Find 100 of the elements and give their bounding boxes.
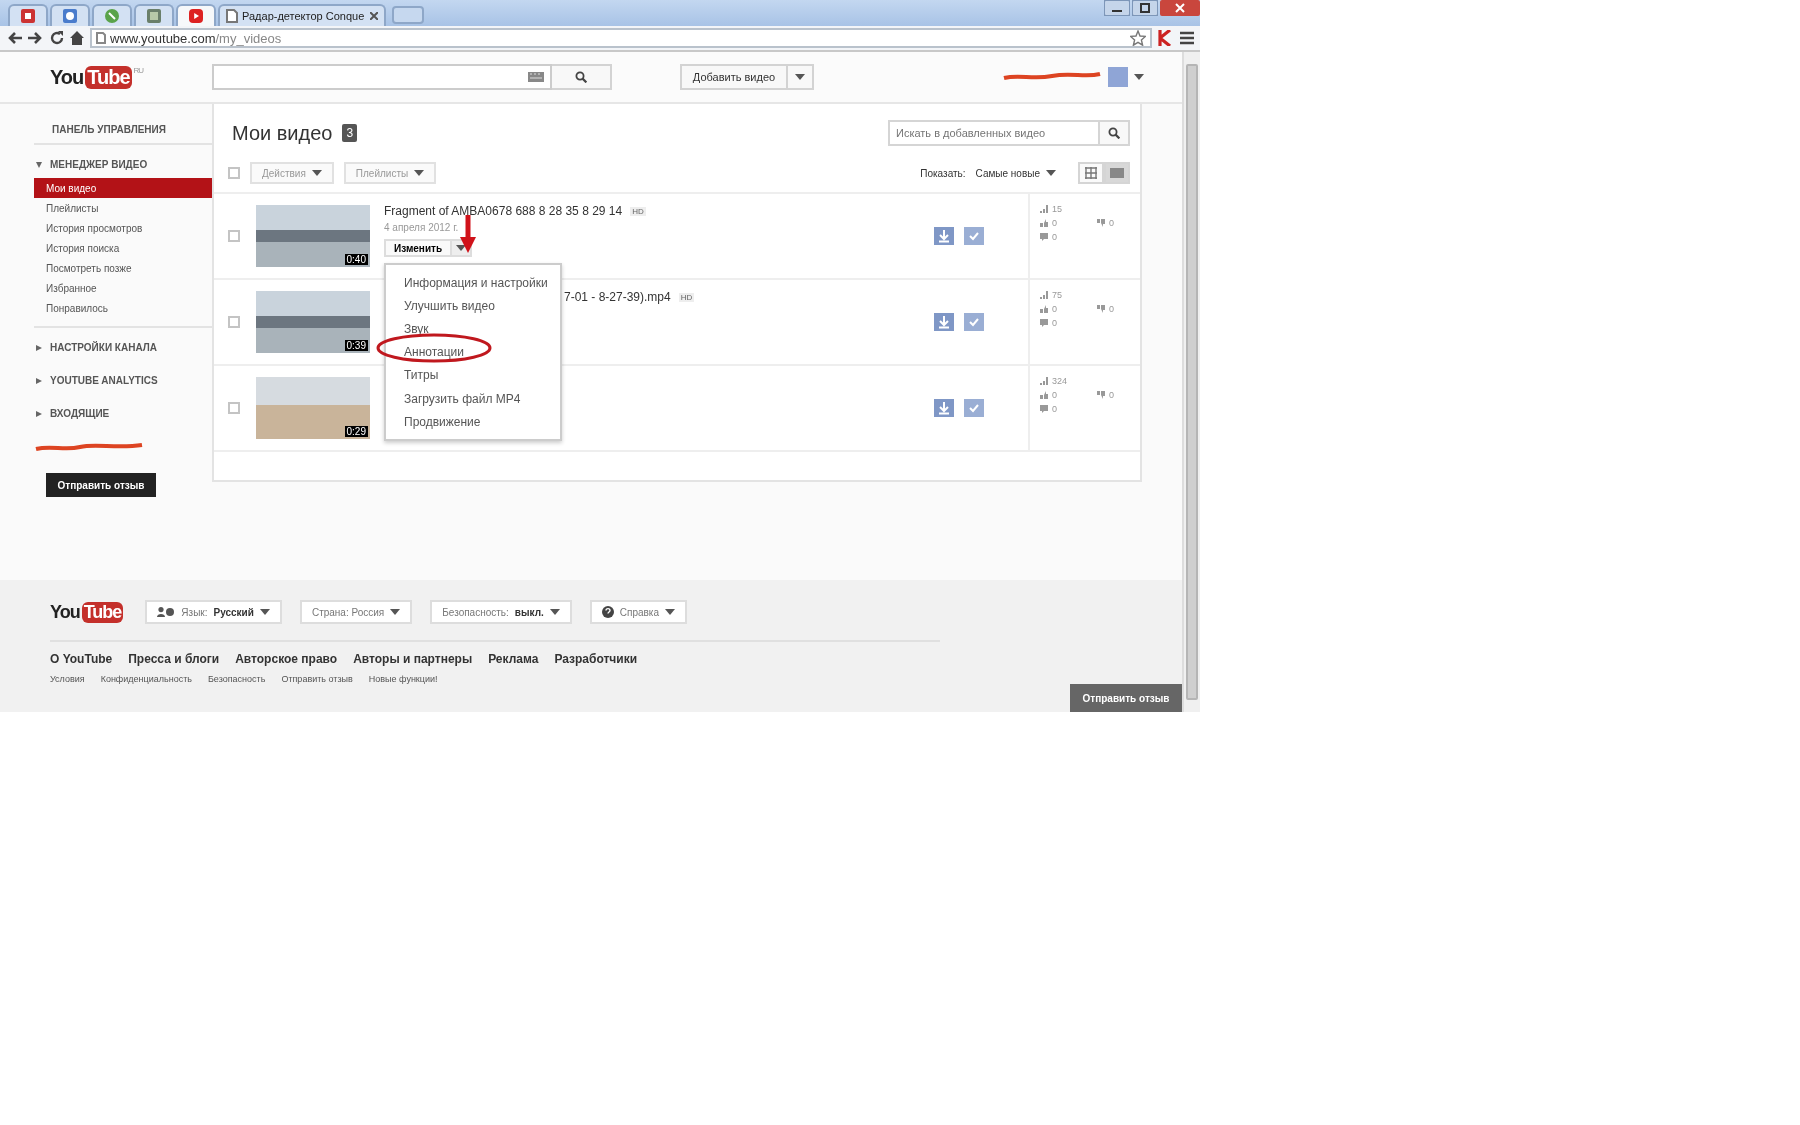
upload-menu-button[interactable] [788,64,814,90]
download-icon[interactable] [934,399,954,417]
sidebar-section[interactable]: МЕНЕДЖЕР ВИДЕО [34,145,212,178]
check-icon[interactable] [964,313,984,331]
expanded-triangle-icon [36,161,42,168]
sidebar-item[interactable]: История поиска [34,238,212,258]
footer-link[interactable]: Конфиденциальность [100,674,192,684]
footer-link[interactable]: Безопасность [207,674,266,684]
comment-count: 0 [1052,232,1057,242]
browser-tab[interactable] [92,4,132,26]
close-icon[interactable] [370,12,378,20]
scrollbar[interactable] [1182,52,1200,712]
video-thumbnail[interactable]: 0:40 [256,205,370,267]
footer-dropdown[interactable]: Справка [589,600,688,624]
feedback-button[interactable]: Отправить отзыв [46,473,156,497]
sort-dropdown[interactable]: Самые новые [975,167,1056,179]
list-icon [1110,168,1124,178]
menu-item[interactable]: Аннотации [386,340,560,364]
square-favicon-icon [147,9,161,23]
footer-link[interactable]: Пресса и блоги [128,652,220,666]
search-button[interactable] [1100,120,1130,146]
video-title[interactable]: Fragment of AMBA0678 688 8 28 35 8 29 14 [384,204,623,218]
caret-icon [795,74,805,80]
sidebar-item[interactable]: Плейлисты [34,198,212,218]
sidebar-item[interactable]: Избранное [34,278,212,298]
like-count: 0 [1052,304,1057,314]
address-field[interactable]: www.youtube.com/my_videos [90,28,1152,48]
thumbs-down-icon [1097,305,1105,313]
bar-chart-icon [1040,205,1048,213]
search-button[interactable] [552,64,612,90]
checkbox[interactable] [228,316,240,328]
menu-icon[interactable] [1180,31,1194,45]
caret-icon [259,609,270,615]
footer-dropdown[interactable]: Безопасность: выкл. [430,600,572,624]
menu-item[interactable]: Звук [386,317,560,341]
page-icon [96,32,106,44]
view-toggle[interactable] [1104,162,1130,184]
duration-label: 0:39 [344,340,368,351]
like-count: 0 [1052,218,1057,228]
account-caret-icon [1134,74,1144,80]
sidebar-section[interactable]: НАСТРОЙКИ КАНАЛА [34,328,212,361]
edit-button[interactable]: Изменить [384,239,453,257]
menu-item[interactable]: Титры [386,363,560,387]
search-icon [1108,127,1120,139]
footer-link[interactable]: Условия [50,674,85,684]
search-field[interactable] [212,64,552,90]
footer-link[interactable]: Отправить отзыв [281,674,353,684]
view-count: 15 [1052,204,1062,214]
menu-item[interactable]: Загрузить файл MP4 [386,386,560,411]
browser-tab[interactable] [50,4,90,26]
bar-chart-icon [1040,291,1048,299]
star-icon[interactable] [1130,30,1146,46]
video-date: 4 апреля 2012 г. [384,222,460,233]
sidebar-section[interactable]: YOUTUBE ANALYTICS [34,361,212,394]
checkbox[interactable] [228,230,240,242]
footer-link[interactable]: Новые функции! [368,674,438,684]
browser-tab[interactable] [176,4,216,26]
search-icon [575,71,587,83]
minimize-icon[interactable] [1104,0,1130,16]
upload-button[interactable]: Добавить видео [680,64,788,90]
sidebar-item[interactable]: История просмотров [34,218,212,238]
view-toggle[interactable] [1078,162,1104,184]
forward-arrow-icon[interactable] [28,31,44,45]
footer-link[interactable]: О YouTube [50,652,113,666]
footer-dropdown[interactable]: Страна: Россия [299,600,413,624]
browser-tab[interactable] [8,4,48,26]
footer-link[interactable]: Реклама [488,652,539,666]
menu-item[interactable]: Улучшить видео [386,294,560,318]
view-count: 324 [1052,376,1068,386]
video-thumbnail[interactable]: 0:29 [256,377,370,439]
footer-dropdown[interactable]: Язык: Русский [145,600,282,624]
menu-item[interactable]: Продвижение [386,410,560,434]
feedback-button[interactable]: Отправить отзыв [1070,684,1182,712]
video-title[interactable]: 7-01 - 8-27-39).mp4 [564,290,671,304]
sidebar-item[interactable]: Понравилось [34,298,212,318]
back-arrow-icon[interactable] [6,31,22,45]
search-field[interactable]: Искать в добавленных видео [888,120,1100,146]
sidebar-item[interactable]: Мои видео [34,178,212,198]
reload-icon[interactable] [50,31,64,45]
maximize-icon[interactable] [1132,0,1158,16]
footer-link[interactable]: Авторы и партнеры [353,652,473,666]
checkbox[interactable] [228,402,240,414]
sidebar-section[interactable]: ВХОДЯЩИЕ [34,394,212,427]
video-thumbnail[interactable]: 0:39 [256,291,370,353]
footer-link[interactable]: Авторское право [235,652,338,666]
download-icon[interactable] [934,227,954,245]
download-icon[interactable] [934,313,954,331]
check-icon[interactable] [964,227,984,245]
browser-tab[interactable] [134,4,174,26]
close-icon[interactable] [1160,0,1200,16]
checkbox[interactable] [228,167,240,179]
menu-item[interactable]: Информация и настройки [386,271,560,295]
caret-icon [311,170,322,176]
home-icon[interactable] [70,31,84,45]
bookmark-k-icon[interactable] [1158,30,1174,46]
check-icon[interactable] [964,399,984,417]
browser-tab[interactable]: Радар-детектор Conque [218,4,386,26]
sidebar-item[interactable]: Посмотреть позже [34,258,212,278]
footer-link[interactable]: Разработчики [554,652,638,666]
people-icon [157,607,176,617]
